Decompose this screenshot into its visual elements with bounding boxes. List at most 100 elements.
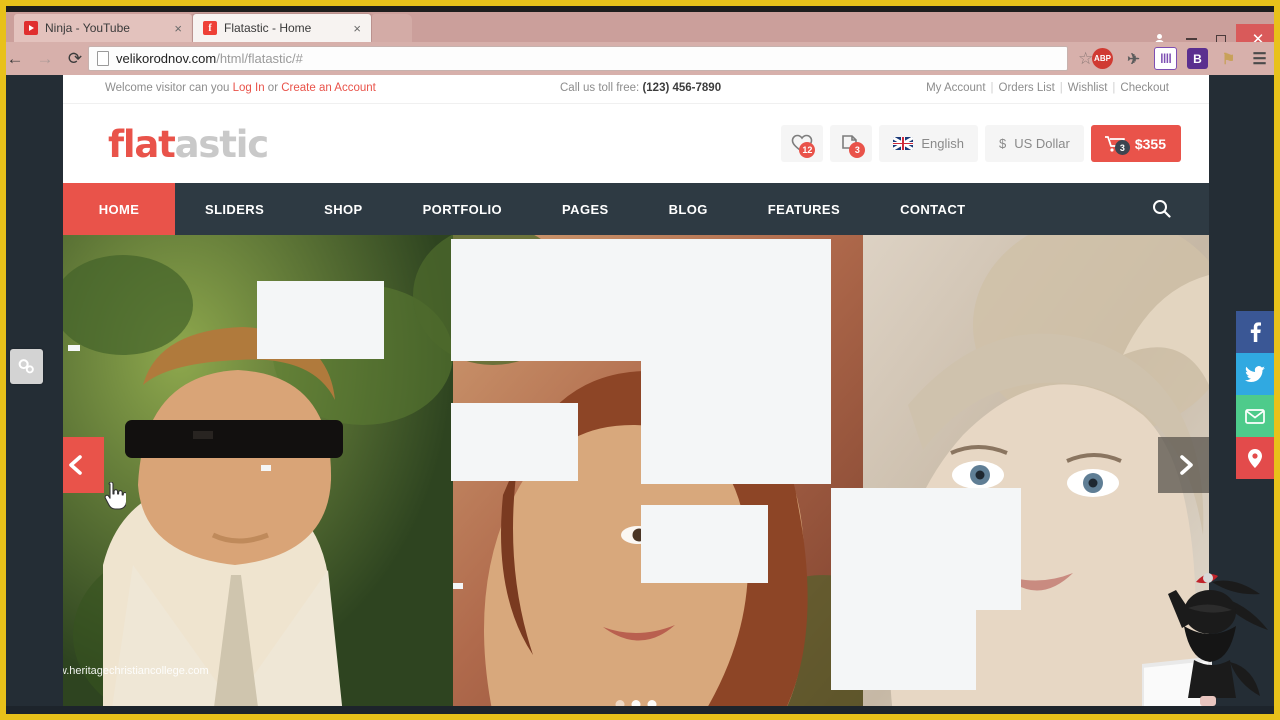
slider-tile-placeholder: [641, 239, 831, 366]
language-selector[interactable]: English: [879, 125, 978, 162]
logo-part-1: flat: [108, 123, 176, 166]
wishlist-count-badge: 12: [799, 141, 816, 158]
account-links: My Account | Orders List | Wishlist | Checkout: [926, 82, 1169, 94]
address-bar[interactable]: velikorodnov.com/html/flatastic/#: [88, 46, 1068, 71]
nav-item-contact[interactable]: CONTACT: [870, 183, 995, 235]
browser-chrome: Ninja - YouTube × f Flatastic - Home × ✕…: [0, 0, 1280, 75]
cart-icon: 3: [1104, 135, 1130, 155]
url-text: velikorodnov.com/html/flatastic/#: [116, 51, 303, 66]
browser-tab-youtube[interactable]: Ninja - YouTube ×: [14, 14, 192, 42]
welcome-prefix: Welcome visitor can you: [105, 82, 233, 94]
url-domain: velikorodnov.com: [116, 51, 217, 66]
chevron-left-icon: [69, 455, 82, 475]
page-info-icon: [97, 51, 109, 66]
gears-icon: [18, 359, 34, 374]
extension-row: ABP ✈ ‖‖ B ⚑ ☰: [1092, 46, 1270, 71]
login-link[interactable]: Log In: [233, 82, 265, 94]
uk-flag-icon: [893, 137, 914, 150]
facebook-icon[interactable]: [1236, 311, 1274, 353]
tab-title: Flatastic - Home: [224, 21, 312, 35]
nav-item-pages[interactable]: PAGES: [532, 183, 639, 235]
call-prefix: Call us toll free:: [560, 82, 643, 94]
nav-item-home[interactable]: HOME: [63, 183, 175, 235]
page-viewport: Welcome visitor can you Log In or Create…: [6, 75, 1274, 714]
search-icon[interactable]: [1152, 199, 1171, 218]
site-logo[interactable]: flatastic: [108, 123, 270, 166]
slider-tile-placeholder: [68, 345, 80, 351]
site-topbar: Welcome visitor can you Log In or Create…: [63, 75, 1209, 104]
slider-tile-placeholder: [257, 281, 384, 359]
browser-tab-flatastic[interactable]: f Flatastic - Home ×: [193, 14, 371, 42]
nav-item-shop[interactable]: SHOP: [294, 183, 392, 235]
slider-tile-placeholder: [641, 505, 768, 583]
orders-list-link[interactable]: Orders List: [999, 82, 1055, 94]
forward-button[interactable]: →: [30, 44, 60, 74]
flatastic-icon: f: [203, 21, 217, 35]
theme-settings-button[interactable]: [10, 349, 43, 384]
my-account-link[interactable]: My Account: [926, 82, 985, 94]
nav-item-features[interactable]: FEATURES: [738, 183, 870, 235]
slider-tile-placeholder: [451, 239, 641, 361]
chrome-menu-icon[interactable]: ☰: [1249, 48, 1270, 69]
header-actions: 12 3 English $ US Dollar 3 $355: [781, 125, 1181, 162]
heart-icon: 12: [791, 134, 816, 158]
logo-part-2: astic: [174, 123, 270, 166]
nav-item-blog[interactable]: BLOG: [639, 183, 738, 235]
adblock-plus-icon[interactable]: ABP: [1092, 48, 1113, 69]
url-path: /html/flatastic/#: [216, 51, 303, 66]
compare-count-badge: 3: [849, 141, 866, 158]
slider-next-button[interactable]: [1158, 437, 1209, 493]
create-account-link[interactable]: Create an Account: [281, 82, 376, 94]
slider-tile-placeholder: [831, 488, 1021, 610]
slider-prev-button[interactable]: [63, 437, 104, 493]
wishlist-link[interactable]: Wishlist: [1068, 82, 1108, 94]
social-rail: [1236, 311, 1274, 479]
slider-tile-placeholder: [451, 403, 578, 481]
currency-selector[interactable]: $ US Dollar: [984, 125, 1084, 162]
barcode-icon[interactable]: ‖‖: [1154, 47, 1177, 70]
nav-item-sliders[interactable]: SLIDERS: [175, 183, 294, 235]
tab-close-icon[interactable]: ×: [353, 22, 361, 35]
bottom-frame-strip: [6, 706, 1274, 714]
bootstrap-icon[interactable]: B: [1187, 48, 1208, 69]
tampermonkey-icon[interactable]: ✈: [1123, 48, 1144, 69]
welcome-message: Welcome visitor can you Log In or Create…: [105, 82, 376, 94]
tab-strip: Ninja - YouTube × f Flatastic - Home × ✕: [0, 12, 1280, 54]
site-header: flatastic 12 3 English $ US Dollar 3 $35…: [63, 104, 1209, 183]
reload-button[interactable]: ⟳: [60, 44, 90, 74]
cart-total: $355: [1134, 135, 1166, 152]
honey-icon[interactable]: ⚑: [1218, 48, 1239, 69]
chevron-right-icon: [1180, 455, 1193, 475]
back-button[interactable]: ←: [0, 44, 30, 74]
tab-close-icon[interactable]: ×: [174, 22, 182, 35]
cart-button[interactable]: 3 $355: [1090, 125, 1181, 162]
nav-item-portfolio[interactable]: PORTFOLIO: [393, 183, 532, 235]
new-tab-button[interactable]: [372, 14, 412, 42]
youtube-icon: [24, 21, 38, 35]
slider-tile-placeholder: [261, 465, 271, 471]
checkout-link[interactable]: Checkout: [1120, 82, 1169, 94]
hero-slider: www.heritagechristiancollege.com: [63, 235, 1209, 714]
video-watermark: www.heritagechristiancollege.com: [63, 665, 209, 677]
currency-label: US Dollar: [1014, 136, 1070, 151]
compare-icon: 3: [840, 134, 866, 158]
cart-count-badge: 3: [1114, 140, 1130, 155]
currency-symbol: $: [998, 136, 1007, 151]
compare-button[interactable]: 3: [830, 125, 873, 162]
toll-free-text: Call us toll free: (123) 456-7890: [560, 82, 721, 94]
email-icon[interactable]: [1236, 395, 1274, 437]
wishlist-button[interactable]: 12: [781, 125, 824, 162]
screen-root: Ninja - YouTube × f Flatastic - Home × ✕…: [0, 0, 1280, 720]
phone-number: (123) 456-7890: [642, 82, 722, 94]
welcome-middle: or: [264, 82, 282, 94]
twitter-icon[interactable]: [1236, 353, 1274, 395]
tab-title: Ninja - YouTube: [45, 21, 130, 35]
slider-tile-placeholder: [831, 598, 976, 690]
slider-tile-placeholder: [641, 362, 831, 484]
window-top-strip: [0, 0, 1280, 12]
location-pin-icon[interactable]: [1236, 437, 1274, 479]
website-container: Welcome visitor can you Log In or Create…: [63, 75, 1209, 714]
slider-tile-placeholder: [453, 583, 463, 589]
bookmark-star-icon[interactable]: ☆: [1078, 49, 1093, 69]
language-label: English: [921, 136, 964, 151]
